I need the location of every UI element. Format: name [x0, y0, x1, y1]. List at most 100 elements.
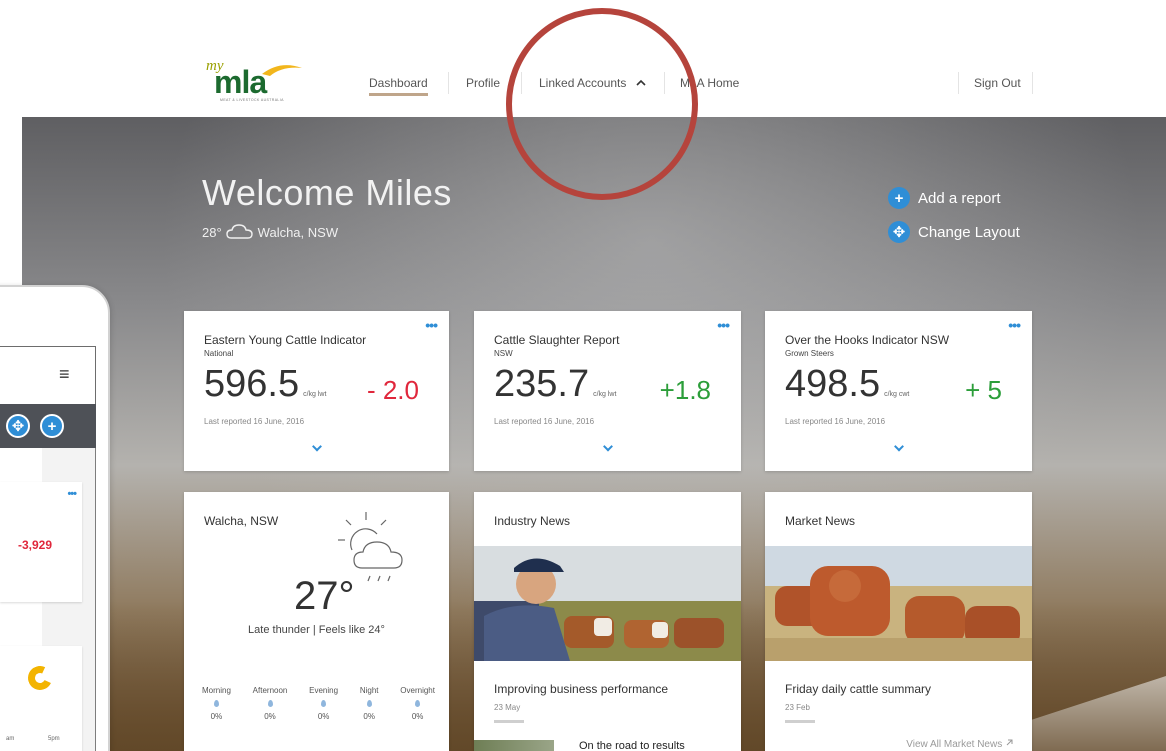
plus-icon[interactable]: + [40, 414, 64, 438]
nav-divider [664, 72, 665, 94]
nav-dashboard[interactable]: Dashboard [369, 76, 428, 96]
industry-news-date: 23 May [494, 703, 521, 712]
market-news-image[interactable] [765, 546, 1032, 661]
chevron-down-icon[interactable] [602, 441, 613, 452]
industry-news-item[interactable]: On the road to results [474, 736, 741, 751]
nav-linked-accounts[interactable]: Linked Accounts [539, 76, 646, 90]
cloud-sun-icon [225, 224, 253, 239]
period-name: Overnight [400, 686, 435, 695]
indicator-unit: c/kg cwt [884, 391, 910, 398]
market-news-headline[interactable]: Friday daily cattle summary [785, 682, 931, 696]
raindrop-icon [213, 700, 219, 707]
logo-mla: mla [214, 64, 267, 100]
nav-divider [1032, 72, 1033, 94]
market-news-card: Market News Friday daily cattle summary … [765, 492, 1032, 751]
add-report-label: Add a report [918, 189, 1001, 207]
indicator-reported: Last reported 16 June, 2016 [494, 417, 595, 426]
phone-indicator-card: ••• -3,929 [0, 482, 82, 602]
add-report-button[interactable]: + Add a report [888, 187, 1001, 209]
indicator-card-slaughter: ••• Cattle Slaughter Report NSW 235.7 c/… [474, 311, 741, 471]
industry-news-card: Industry News Improving business perform… [474, 492, 741, 751]
welcome-heading: Welcome Miles [202, 172, 452, 213]
period-name: Morning [202, 686, 231, 695]
raindrop-icon [321, 700, 327, 707]
raindrop-icon [415, 700, 421, 707]
weather-period: Night 0% [360, 686, 379, 721]
farmer-cattle-image [474, 546, 741, 661]
weather-periods: Morning 0% Afternoon 0% Evening 0% Night… [202, 686, 435, 721]
nav-divider [958, 72, 959, 94]
more-options-icon[interactable]: ••• [425, 317, 438, 333]
move-icon: ✥ [888, 221, 910, 243]
weather-period: Evening 0% [309, 686, 338, 721]
view-all-label: View All Market News [906, 739, 1003, 750]
external-link-icon [1006, 739, 1013, 746]
chevron-down-icon[interactable] [311, 441, 322, 452]
indicator-value: 498.5 c/kg cwt [785, 363, 909, 406]
indicator-value-number: 498.5 [785, 363, 881, 405]
indicator-reported: Last reported 16 June, 2016 [785, 417, 886, 426]
phone-time-label: 5pm [48, 736, 60, 742]
indicator-reported: Last reported 16 June, 2016 [204, 417, 305, 426]
industry-news-title: Industry News [494, 514, 571, 528]
market-news-title: Market News [785, 514, 856, 528]
indicator-subtitle: National [204, 349, 234, 358]
change-layout-button[interactable]: ✥ Change Layout [888, 221, 1020, 243]
indicator-unit: c/kg lwt [303, 391, 327, 398]
hamburger-menu-icon[interactable]: ≡ [59, 364, 70, 385]
nav-divider [521, 72, 522, 94]
nav-divider [448, 72, 449, 94]
phone-indicator-value: -3,929 [18, 538, 53, 552]
phone-header [0, 346, 96, 406]
view-all-market-news-link[interactable]: View All Market News [906, 738, 1014, 750]
nav-profile[interactable]: Profile [466, 76, 500, 90]
logo-swoosh-icon [262, 65, 302, 76]
sun-icon [24, 662, 56, 694]
indicator-title: Eastern Young Cattle Indicator [204, 333, 367, 347]
period-name: Afternoon [252, 686, 288, 695]
period-pct: 0% [411, 712, 424, 721]
news-thumbnail [474, 740, 554, 751]
weather-card: Walcha, NSW 27° Late thunder | Feels lik… [184, 492, 449, 751]
industry-news-second-headline: On the road to results [579, 740, 685, 751]
nav-linked-accounts-label: Linked Accounts [539, 76, 627, 90]
indicator-delta: + 5 [965, 375, 1002, 405]
period-pct: 0% [363, 712, 375, 721]
more-options-icon[interactable]: ••• [1008, 317, 1021, 333]
weather-period: Overnight 0% [400, 686, 435, 721]
indicator-title: Over the Hooks Indicator NSW [785, 333, 950, 347]
more-options-icon[interactable]: ••• [67, 488, 77, 500]
phone-action-bar: ✥ + [0, 404, 96, 448]
header-temperature: 28° [202, 224, 222, 240]
indicator-card-hooks: ••• Over the Hooks Indicator NSW Grown S… [765, 311, 1032, 471]
nav-mla-home[interactable]: MLA Home [680, 76, 739, 90]
weather-period: Afternoon 0% [253, 686, 288, 721]
indicator-card-eyci: ••• Eastern Young Cattle Indicator Natio… [184, 311, 449, 471]
weather-period: Morning 0% [202, 686, 231, 721]
weather-location: Walcha, NSW [204, 514, 279, 528]
raindrop-icon [267, 700, 273, 707]
indicator-title: Cattle Slaughter Report [494, 333, 620, 347]
weather-temperature: 27° [294, 574, 355, 618]
plus-icon: + [888, 187, 910, 209]
move-icon[interactable]: ✥ [6, 414, 30, 438]
period-name: Night [359, 686, 379, 695]
indicator-value: 596.5 c/kg lwt [204, 363, 326, 406]
indicator-value: 235.7 c/kg lwt [494, 363, 616, 406]
mymla-logo[interactable]: my mla MEAT & LIVESTOCK AUSTRALIA [200, 58, 312, 104]
header-weather: 28° Walcha, NSW [202, 222, 338, 242]
indicator-delta: +1.8 [659, 375, 711, 405]
industry-news-image[interactable] [474, 546, 741, 661]
header-location: Walcha, NSW [257, 224, 339, 240]
more-options-icon[interactable]: ••• [717, 317, 730, 333]
indicator-subtitle: Grown Steers [785, 349, 834, 358]
indicator-subtitle: NSW [494, 349, 513, 358]
chevron-down-icon[interactable] [893, 441, 904, 452]
change-layout-label: Change Layout [918, 223, 1020, 241]
indicator-value-number: 596.5 [204, 363, 300, 405]
chevron-up-icon [636, 79, 646, 86]
industry-news-headline[interactable]: Improving business performance [494, 682, 668, 696]
period-pct: 0% [264, 712, 276, 721]
sign-out-link[interactable]: Sign Out [974, 76, 1021, 90]
phone-time-label: am [6, 736, 15, 742]
